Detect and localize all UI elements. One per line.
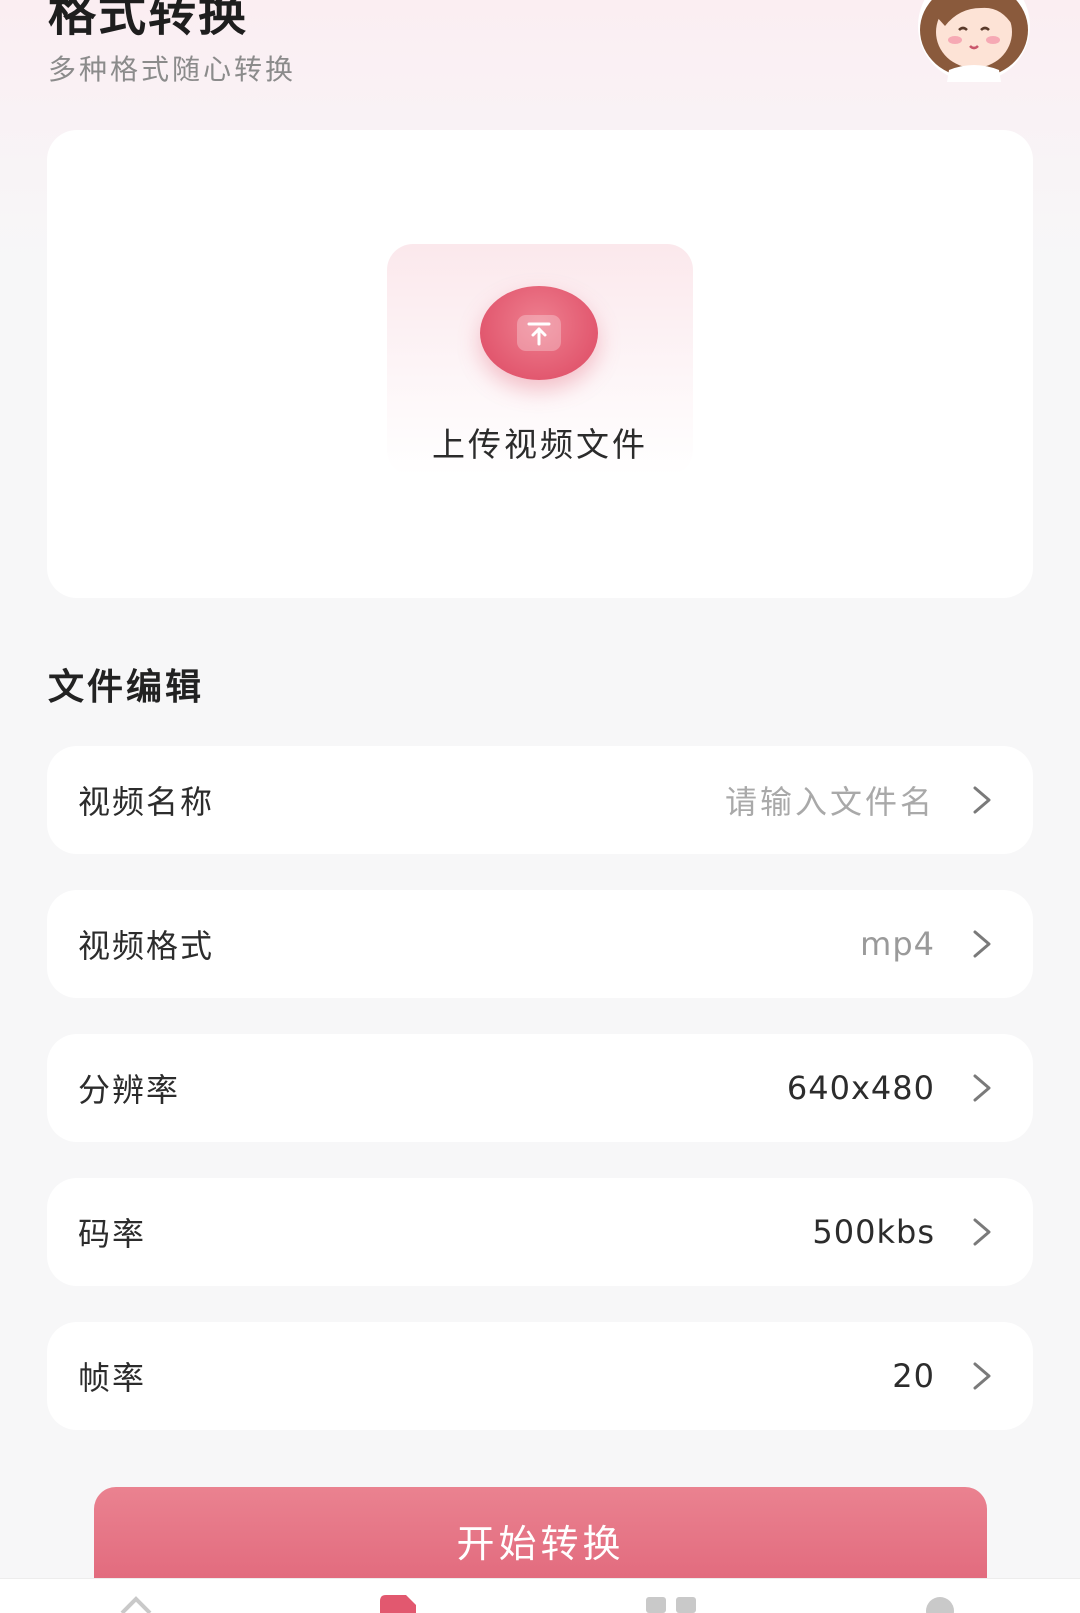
upload-arrow-icon[interactable] (480, 286, 598, 380)
chevron-right-icon (973, 786, 991, 814)
chevron-right-icon (973, 1218, 991, 1246)
chevron-right-icon (973, 930, 991, 958)
tools-icon[interactable] (644, 1593, 700, 1613)
bitrate-row[interactable]: 码率 500kbs (47, 1178, 1033, 1286)
upload-video-button[interactable]: 上传视频文件 (387, 244, 693, 476)
girl-avatar-icon[interactable] (915, 0, 1033, 82)
chevron-right-icon (973, 1074, 991, 1102)
row-label: 帧率 (78, 1359, 147, 1397)
row-value: 640x480 (786, 1069, 935, 1107)
page-title: 格式转换 (48, 0, 249, 42)
profile-icon[interactable] (922, 1593, 958, 1613)
convert-icon[interactable] (378, 1593, 418, 1613)
upload-label: 上传视频文件 (432, 425, 648, 464)
row-label: 视频格式 (78, 927, 215, 965)
video-name-row[interactable]: 视频名称 请输入文件名 (47, 746, 1033, 854)
home-icon[interactable] (118, 1593, 154, 1613)
video-name-input[interactable]: 请输入文件名 (725, 777, 935, 823)
row-value: 20 (892, 1357, 935, 1395)
row-label: 码率 (78, 1215, 147, 1253)
chevron-right-icon (973, 1362, 991, 1390)
row-label: 视频名称 (78, 783, 215, 821)
page-subtitle: 多种格式随心转换 (48, 53, 297, 86)
frame-rate-row[interactable]: 帧率 20 (47, 1322, 1033, 1430)
resolution-row[interactable]: 分辨率 640x480 (47, 1034, 1033, 1142)
upload-card: 上传视频文件 (47, 130, 1033, 598)
row-label: 分辨率 (78, 1071, 181, 1109)
video-format-row[interactable]: 视频格式 mp4 (47, 890, 1033, 998)
page: 格式转换 多种格式随心转换 上传视频文件 文件编辑 视频名称 请输入文件名 视频… (0, 0, 1080, 1613)
bottom-tab-bar (0, 1578, 1080, 1613)
section-title: 文件编辑 (48, 667, 205, 708)
row-value: mp4 (860, 925, 935, 963)
row-value: 500kbs (812, 1213, 935, 1251)
